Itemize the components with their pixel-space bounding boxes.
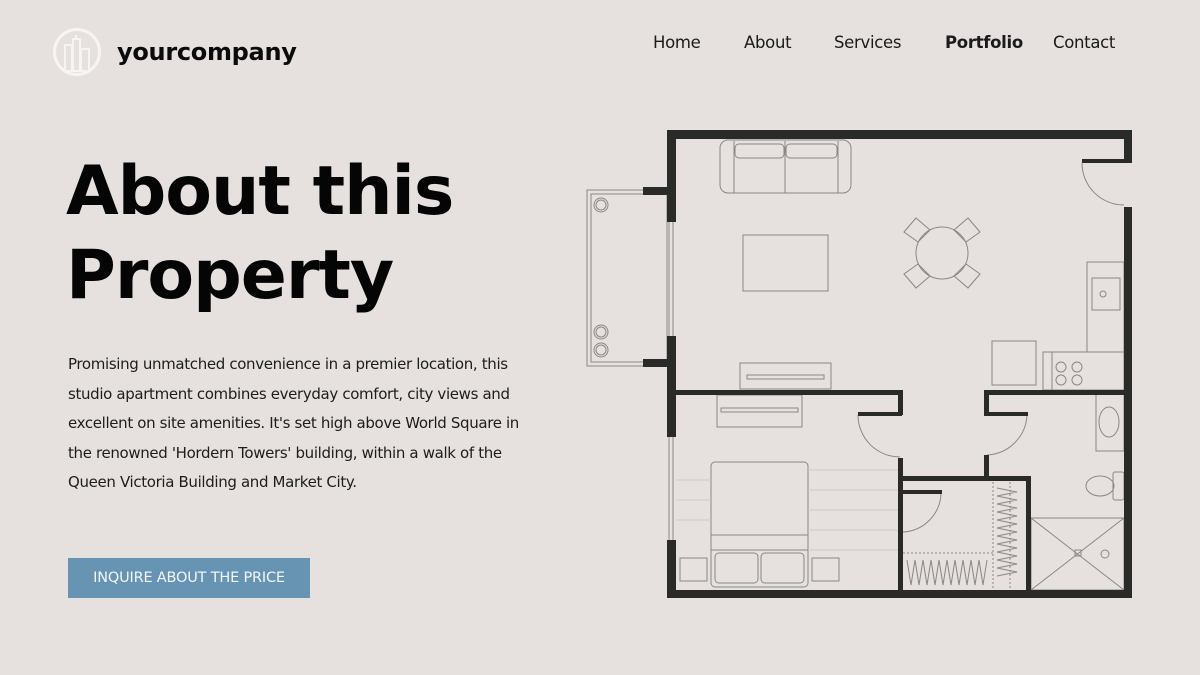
floor-plan	[580, 125, 1140, 610]
nav-services[interactable]: Services	[834, 33, 901, 52]
bathroom-door	[986, 414, 1028, 456]
balcony	[586, 189, 674, 367]
entry-door	[1081, 162, 1125, 206]
tv-unit	[739, 362, 832, 390]
walls	[643, 130, 1132, 598]
main-nav: Home About Services Portfolio Contact	[0, 33, 1200, 55]
dining-table	[903, 217, 981, 289]
inquire-price-button[interactable]: INQUIRE ABOUT THE PRICE	[68, 558, 310, 598]
sofa	[719, 139, 852, 194]
nav-home[interactable]: Home	[653, 33, 701, 52]
nav-about[interactable]: About	[744, 33, 792, 52]
coffee-table	[742, 234, 829, 292]
title-line-1: About this	[66, 152, 454, 231]
bathroom	[1030, 392, 1125, 591]
bedroom-door	[857, 414, 901, 458]
nav-portfolio[interactable]: Portfolio	[945, 33, 1023, 52]
property-description: Promising unmatched convenience in a pre…	[68, 355, 519, 491]
kitchen	[991, 261, 1125, 391]
page-title: About this Property	[66, 150, 454, 318]
wardrobe	[903, 482, 1011, 590]
bedroom	[668, 394, 840, 588]
nav-contact[interactable]: Contact	[1053, 33, 1115, 52]
wardrobe-door	[902, 492, 942, 533]
title-line-2: Property	[66, 236, 394, 315]
